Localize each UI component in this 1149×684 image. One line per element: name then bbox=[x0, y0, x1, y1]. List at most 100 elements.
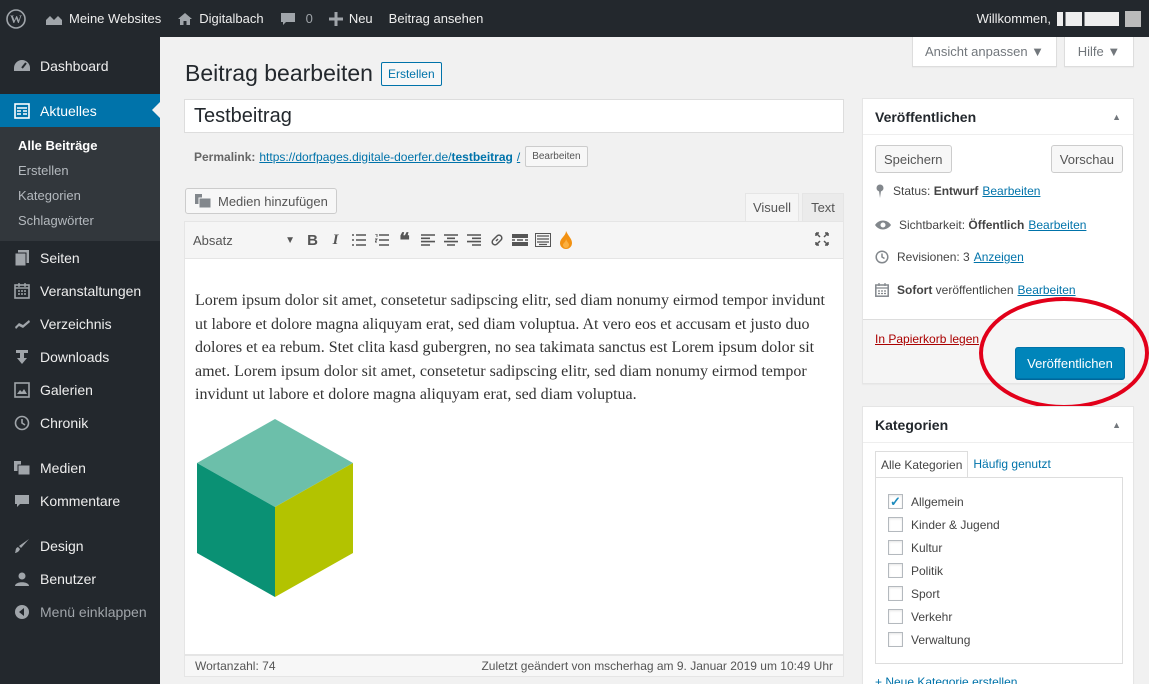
sidebar-item-kommentare[interactable]: Kommentare bbox=[0, 484, 160, 517]
bold-button[interactable]: B bbox=[301, 227, 324, 253]
list-item[interactable]: Kinder & Jugend bbox=[888, 513, 1122, 536]
checkbox[interactable] bbox=[888, 609, 903, 624]
post-title-input[interactable]: Testbeitrag bbox=[184, 99, 844, 133]
align-center-button[interactable] bbox=[439, 227, 462, 253]
screen-options-button[interactable]: Ansicht anpassen ▼ bbox=[912, 37, 1057, 67]
insert-link-button[interactable] bbox=[485, 227, 508, 253]
list-item[interactable]: Politik bbox=[888, 559, 1122, 582]
checkbox[interactable] bbox=[888, 517, 903, 532]
preview-button[interactable]: Vorschau bbox=[1050, 145, 1123, 173]
wordpress-logo-icon[interactable]: W bbox=[0, 0, 37, 37]
sidebar-item-label: Medien bbox=[40, 459, 86, 476]
publish-box-header[interactable]: Veröffentlichen ▲ bbox=[863, 99, 1133, 135]
category-label: Kinder & Jugend bbox=[911, 517, 1000, 532]
edit-status-link[interactable]: Bearbeiten bbox=[982, 184, 1040, 198]
svg-text:W: W bbox=[10, 12, 22, 26]
sidebar-item-veranstaltungen[interactable]: Veranstaltungen bbox=[0, 274, 160, 307]
add-new-category-link[interactable]: + Neue Kategorie erstellen bbox=[875, 675, 1017, 684]
collapse-menu-button[interactable]: Menü einklappen bbox=[0, 595, 160, 628]
users-icon bbox=[12, 569, 32, 589]
sidebar-item-design[interactable]: Design bbox=[0, 529, 160, 562]
directory-icon bbox=[12, 314, 32, 334]
toolbar-toggle-button[interactable] bbox=[531, 227, 554, 253]
list-item[interactable]: Verwaltung bbox=[888, 628, 1122, 651]
categories-box: Kategorien ▲ Alle Kategorien Häufig genut… bbox=[862, 406, 1134, 684]
tab-all-categories[interactable]: Alle Kategorien bbox=[875, 451, 969, 479]
checkbox[interactable] bbox=[888, 540, 903, 555]
categories-box-header[interactable]: Kategorien ▲ bbox=[863, 407, 1133, 443]
view-post-link[interactable]: Beitrag ansehen bbox=[381, 0, 492, 37]
format-select[interactable]: Absatz ▼ bbox=[193, 233, 301, 248]
eye-icon bbox=[875, 220, 891, 230]
chevron-down-icon: ▼ bbox=[285, 234, 295, 246]
numbered-list-button[interactable] bbox=[370, 227, 393, 253]
my-sites-menu[interactable]: Meine Websites bbox=[37, 0, 169, 37]
tab-visual[interactable]: Visuell bbox=[745, 193, 799, 221]
sidebar-item-label: Aktuelles bbox=[40, 102, 97, 119]
gallery-icon bbox=[12, 380, 32, 400]
read-more-button[interactable] bbox=[508, 227, 531, 253]
list-item[interactable]: Verkehr bbox=[888, 605, 1122, 628]
publish-button[interactable]: Veröffentlichen bbox=[1015, 347, 1125, 379]
add-media-button[interactable]: Medien hinzufügen bbox=[185, 188, 337, 214]
new-content-menu[interactable]: Neu bbox=[321, 0, 381, 37]
checkbox[interactable] bbox=[888, 632, 903, 647]
seo-addon-button[interactable] bbox=[554, 227, 577, 253]
site-name-menu[interactable]: Digitalbach bbox=[169, 0, 271, 37]
edit-permalink-button[interactable]: Bearbeiten bbox=[525, 146, 588, 167]
publish-actions: In Papierkorb legen Veröffentlichen bbox=[863, 319, 1133, 383]
sidebar-item-medien[interactable]: Medien bbox=[0, 451, 160, 484]
align-right-button[interactable] bbox=[462, 227, 485, 253]
category-label: Allgemein bbox=[911, 494, 964, 509]
show-revisions-link[interactable]: Anzeigen bbox=[974, 250, 1024, 264]
edit-schedule-link[interactable]: Bearbeiten bbox=[1018, 283, 1076, 297]
checkbox[interactable] bbox=[888, 563, 903, 578]
save-draft-button[interactable]: Speichern bbox=[875, 145, 952, 173]
list-item[interactable]: Kultur bbox=[888, 536, 1122, 559]
tab-popular-categories[interactable]: Häufig genutzt bbox=[968, 451, 1055, 479]
permalink-link[interactable]: https://dorfpages.digitale-doerfer.de/te… bbox=[259, 150, 520, 164]
help-button[interactable]: Hilfe ▼ bbox=[1064, 37, 1134, 67]
submenu-add-new[interactable]: Erstellen bbox=[0, 158, 160, 183]
editor-content[interactable]: Lorem ipsum dolor sit amet, consetetur s… bbox=[184, 259, 844, 655]
list-item[interactable]: ✓ Allgemein bbox=[888, 490, 1122, 513]
submenu-categories[interactable]: Kategorien bbox=[0, 183, 160, 208]
link-icon bbox=[490, 234, 503, 246]
sidebar-item-dashboard[interactable]: Dashboard bbox=[0, 49, 160, 82]
edit-visibility-link[interactable]: Bearbeiten bbox=[1028, 218, 1086, 232]
permalink-row: Permalink: https://dorfpages.digitale-do… bbox=[194, 146, 588, 167]
collapse-arrow-icon[interactable]: ▲ bbox=[1112, 420, 1121, 430]
tab-text[interactable]: Text bbox=[802, 193, 844, 221]
submenu-all-posts[interactable]: Alle Beiträge bbox=[0, 133, 160, 158]
sidebar-item-downloads[interactable]: Downloads bbox=[0, 340, 160, 373]
add-media-label: Medien hinzufügen bbox=[218, 193, 328, 209]
avatar bbox=[1125, 10, 1141, 27]
move-to-trash-link[interactable]: In Papierkorb legen bbox=[875, 332, 979, 346]
fullscreen-icon[interactable] bbox=[815, 232, 829, 249]
paintbrush-icon bbox=[12, 536, 32, 556]
sidebar-item-verzeichnis[interactable]: Verzeichnis bbox=[0, 307, 160, 340]
align-left-button[interactable] bbox=[416, 227, 439, 253]
my-account-menu[interactable]: Willkommen, bbox=[969, 0, 1149, 37]
submenu-tags[interactable]: Schlagwörter bbox=[0, 208, 160, 233]
sidebar-item-chronik[interactable]: Chronik bbox=[0, 406, 160, 439]
comments-menu[interactable]: 0 bbox=[272, 0, 321, 37]
greeting-label: Willkommen, bbox=[976, 11, 1051, 26]
admin-sidebar: Dashboard Aktuelles Alle Beiträge Erstel… bbox=[0, 37, 160, 684]
italic-button[interactable]: I bbox=[324, 227, 347, 253]
bullet-list-button[interactable] bbox=[347, 227, 370, 253]
list-item[interactable]: Sport bbox=[888, 582, 1122, 605]
sidebar-item-galerien[interactable]: Galerien bbox=[0, 373, 160, 406]
sidebar-item-label: Seiten bbox=[40, 249, 80, 266]
checkbox[interactable] bbox=[888, 586, 903, 601]
sidebar-item-benutzer[interactable]: Benutzer bbox=[0, 562, 160, 595]
sidebar-item-seiten[interactable]: Seiten bbox=[0, 241, 160, 274]
add-new-button[interactable]: Erstellen bbox=[380, 61, 442, 86]
collapse-arrow-icon[interactable]: ▲ bbox=[1112, 112, 1121, 122]
checkbox[interactable]: ✓ bbox=[888, 494, 903, 509]
posts-submenu: Alle Beiträge Erstellen Kategorien Schla… bbox=[0, 127, 160, 241]
blockquote-button[interactable]: ❝ bbox=[393, 227, 416, 253]
sidebar-item-aktuelles[interactable]: Aktuelles bbox=[0, 94, 160, 127]
sidebar-item-label: Benutzer bbox=[40, 570, 97, 587]
editor-status-bar: Wortanzahl: 74 Zuletzt geändert von msch… bbox=[184, 655, 844, 677]
